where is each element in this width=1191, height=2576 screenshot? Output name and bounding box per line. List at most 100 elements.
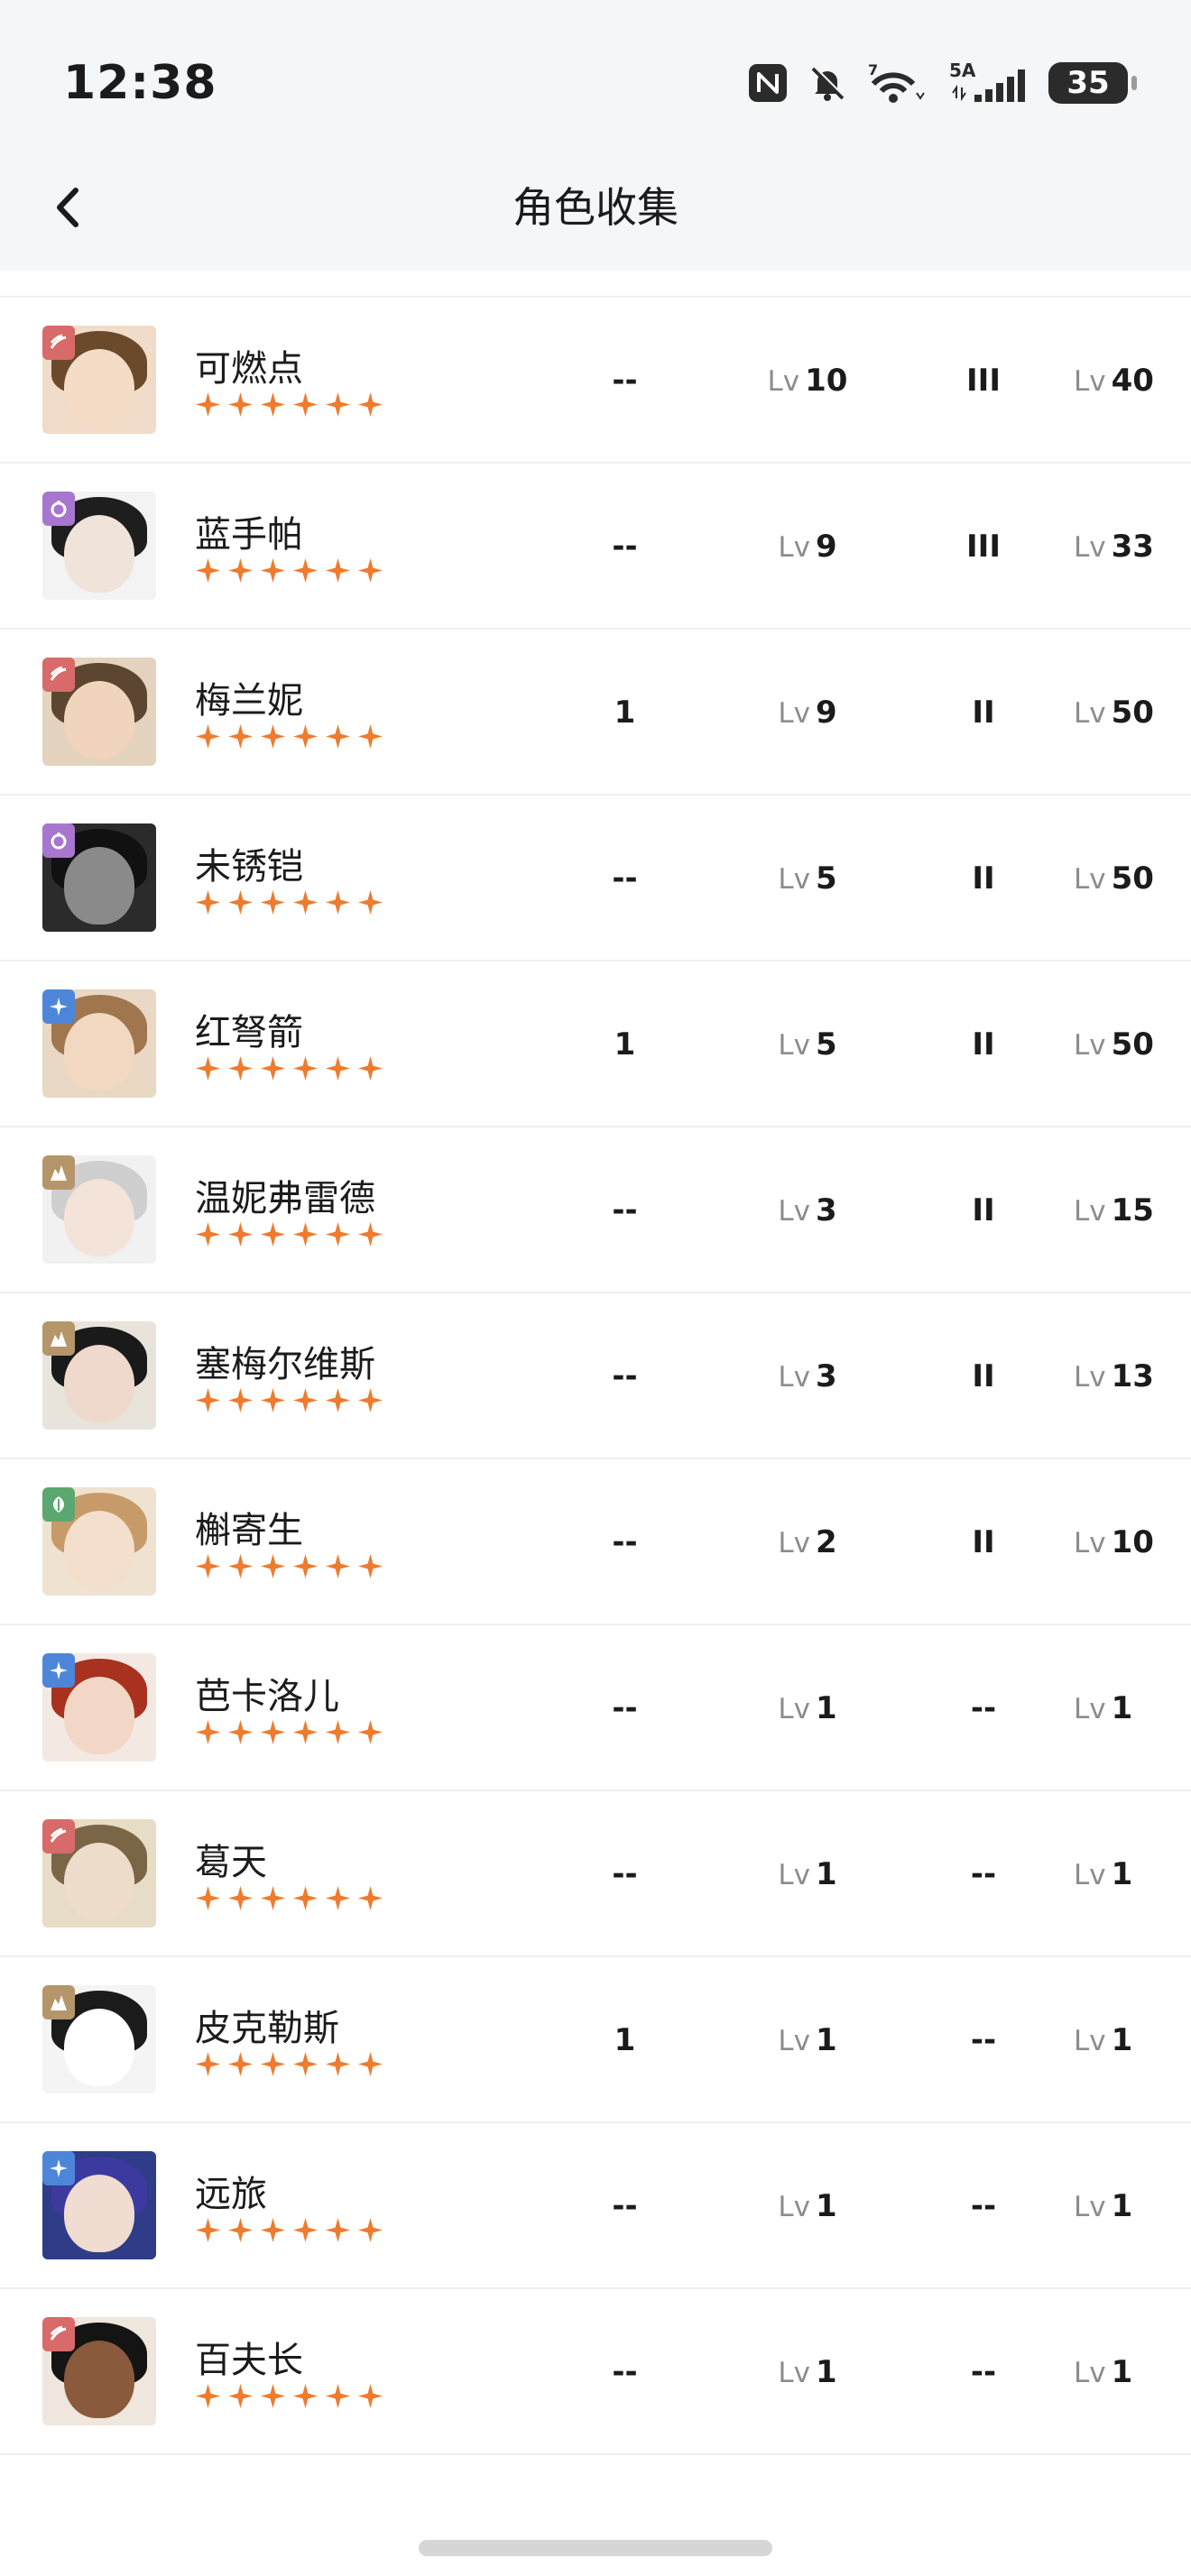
star-icon bbox=[325, 1885, 351, 1911]
character-row[interactable]: 可燃点 -- Lv 10 III Lv 40 bbox=[0, 298, 1191, 464]
character-name: 蓝手帕 bbox=[195, 514, 303, 556]
character-row[interactable]: 红弩箭 1 Lv 5 II Lv 50 bbox=[0, 961, 1191, 1127]
character-avatar bbox=[42, 492, 156, 600]
character-row[interactable]: 槲寄生 -- Lv 2 II Lv 10 bbox=[0, 1459, 1191, 1625]
character-row[interactable]: 梅兰妮 1 Lv 9 II Lv 50 bbox=[0, 630, 1191, 796]
star-icon bbox=[292, 1387, 319, 1413]
element-rock-icon bbox=[42, 1985, 75, 2019]
star-icon bbox=[357, 889, 383, 915]
rank-value: -- bbox=[970, 2354, 997, 2390]
lv-label: Lv bbox=[778, 1195, 810, 1228]
star-icon bbox=[227, 2217, 254, 2243]
character-name: 塞梅尔维斯 bbox=[195, 1344, 375, 1385]
star-rating bbox=[195, 1719, 383, 1745]
star-icon bbox=[260, 1221, 286, 1247]
bell-muted-icon bbox=[807, 62, 848, 104]
star-icon bbox=[227, 1387, 254, 1413]
character-avatar bbox=[42, 2317, 156, 2425]
character-level-value: 1 bbox=[1111, 1690, 1133, 1726]
rank-value: -- bbox=[970, 2022, 997, 2058]
character-level-value: 13 bbox=[1111, 1358, 1154, 1394]
character-row[interactable]: 远旅 -- Lv 1 -- Lv 1 bbox=[0, 2123, 1191, 2289]
element-fire-icon bbox=[42, 2317, 75, 2351]
character-name: 温妮弗雷德 bbox=[195, 1178, 375, 1219]
lv-label: Lv bbox=[1074, 2025, 1106, 2057]
character-name: 皮克勒斯 bbox=[195, 2008, 339, 2049]
home-indicator[interactable] bbox=[419, 2540, 772, 2556]
star-icon bbox=[195, 2051, 221, 2077]
star-icon bbox=[260, 1387, 286, 1413]
star-icon bbox=[357, 1221, 383, 1247]
weapon-level: Lv 5 bbox=[740, 796, 875, 961]
star-icon bbox=[357, 2051, 383, 2077]
star-icon bbox=[292, 1885, 319, 1911]
star-rating bbox=[195, 391, 383, 418]
lv-label: Lv bbox=[778, 2025, 810, 2057]
star-icon bbox=[195, 1387, 221, 1413]
weapon-level-value: 10 bbox=[805, 363, 848, 399]
star-icon bbox=[195, 1719, 221, 1745]
lv-label: Lv bbox=[1074, 697, 1106, 730]
weapon-level: Lv 5 bbox=[740, 961, 875, 1127]
weapon-level: Lv 1 bbox=[740, 2289, 875, 2455]
character-avatar bbox=[42, 1155, 156, 1264]
star-icon bbox=[292, 889, 319, 915]
weapon-level: Lv 1 bbox=[740, 1791, 875, 1957]
star-rating bbox=[195, 1553, 383, 1579]
weapon-level-value: 3 bbox=[815, 1358, 837, 1394]
rank-value: II bbox=[972, 1192, 995, 1228]
star-icon bbox=[227, 2383, 254, 2409]
character-level-value: 1 bbox=[1111, 1856, 1133, 1892]
star-icon bbox=[325, 1055, 351, 1081]
star-icon bbox=[357, 1553, 383, 1579]
character-name: 远旅 bbox=[195, 2174, 267, 2215]
star-icon bbox=[260, 2051, 286, 2077]
star-icon bbox=[227, 1055, 254, 1081]
character-row[interactable]: 皮克勒斯 1 Lv 1 -- Lv 1 bbox=[0, 1957, 1191, 2123]
lv-label: Lv bbox=[778, 1029, 810, 1062]
character-level-value: 1 bbox=[1111, 2354, 1133, 2390]
star-icon bbox=[292, 391, 319, 418]
star-icon bbox=[195, 391, 221, 418]
character-row[interactable]: 蓝手帕 -- Lv 9 III Lv 33 bbox=[0, 464, 1191, 630]
character-row[interactable]: 葛天 -- Lv 1 -- Lv 1 bbox=[0, 1791, 1191, 1957]
character-level: Lv 40 bbox=[1047, 298, 1173, 464]
star-icon bbox=[357, 2217, 383, 2243]
star-icon bbox=[325, 2051, 351, 2077]
star-icon bbox=[195, 1055, 221, 1081]
rank-value: II bbox=[972, 860, 995, 897]
character-level: Lv 50 bbox=[1047, 796, 1173, 961]
lv-label: Lv bbox=[1074, 1195, 1106, 1228]
star-icon bbox=[292, 2383, 319, 2409]
star-rating bbox=[195, 557, 383, 584]
character-name: 槲寄生 bbox=[195, 1510, 303, 1551]
character-avatar bbox=[42, 2151, 156, 2259]
character-name: 可燃点 bbox=[195, 348, 303, 390]
star-icon bbox=[292, 2217, 319, 2243]
character-row[interactable]: 未锈铠 -- Lv 5 II Lv 50 bbox=[0, 796, 1191, 961]
character-level: Lv 1 bbox=[1047, 1957, 1173, 2123]
character-level-value: 50 bbox=[1111, 1026, 1154, 1063]
star-icon bbox=[292, 1221, 319, 1247]
star-icon bbox=[260, 723, 286, 750]
star-icon bbox=[195, 889, 221, 915]
character-row[interactable]: 百夫长 -- Lv 1 -- Lv 1 bbox=[0, 2289, 1191, 2455]
constellation-value: -- bbox=[612, 2188, 638, 2224]
star-rating bbox=[195, 1221, 383, 1247]
character-row[interactable]: 芭卡洛儿 -- Lv 1 -- Lv 1 bbox=[0, 1625, 1191, 1791]
character-level: Lv 13 bbox=[1047, 1293, 1173, 1459]
character-row[interactable]: 温妮弗雷德 -- Lv 3 II Lv 15 bbox=[0, 1127, 1191, 1293]
character-avatar bbox=[42, 1321, 156, 1430]
character-row[interactable]: 塞梅尔维斯 -- Lv 3 II Lv 13 bbox=[0, 1293, 1191, 1459]
star-rating bbox=[195, 2383, 383, 2409]
star-icon bbox=[325, 2217, 351, 2243]
constellation-value: -- bbox=[612, 1192, 638, 1228]
weapon-level: Lv 3 bbox=[740, 1127, 875, 1293]
star-icon bbox=[227, 1719, 254, 1745]
character-name: 葛天 bbox=[195, 1842, 267, 1883]
star-icon bbox=[260, 557, 286, 584]
weapon-level: Lv 2 bbox=[740, 1459, 875, 1625]
character-level-value: 1 bbox=[1111, 2022, 1133, 2058]
star-icon bbox=[227, 723, 254, 750]
star-icon bbox=[357, 1387, 383, 1413]
